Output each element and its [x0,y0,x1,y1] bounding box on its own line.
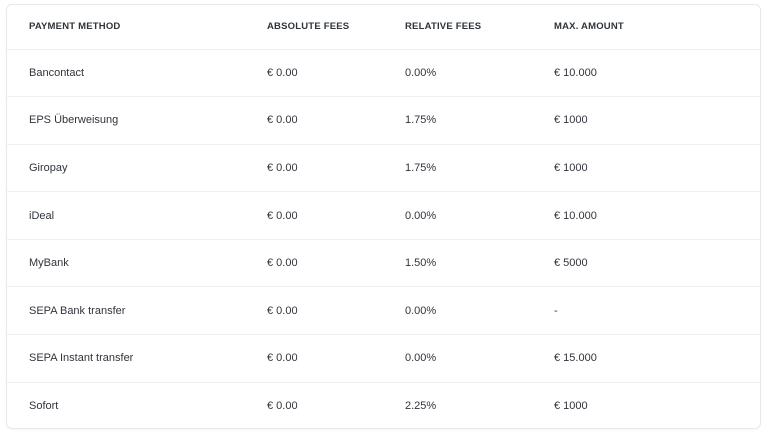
cell-relative-fees: 0.00% [405,49,554,98]
table-row: Giropay € 0.00 1.75% € 1000 [7,144,760,193]
cell-max-amount: € 1000 [554,144,760,193]
cell-absolute-fees: € 0.00 [267,191,405,240]
cell-relative-fees: 1.75% [405,144,554,193]
table-row: SEPA Bank transfer € 0.00 0.00% - [7,286,760,336]
cell-absolute-fees: € 0.00 [267,400,298,413]
cell-max-amount: € 10.000 [554,191,760,240]
cell-relative-fees: 0.00% [405,334,554,383]
cell-payment-method: EPS Überweisung [7,96,267,145]
header-max-amount: MAX. AMOUNT [554,5,760,50]
table-row: Bancontact € 0.00 0.00% € 10.000 [7,49,760,98]
table-row: SEPA Instant transfer € 0.00 0.00% € 15.… [7,334,760,383]
cell-absolute-fees: € 0.00 [267,286,405,336]
cell-relative-fees: 0.00% [405,286,554,336]
cell-absolute-fees: € 0.00 [267,144,405,193]
cell-max-amount: € 1000 [554,96,760,145]
header-payment-method: PAYMENT METHOD [7,5,267,50]
cell-max-amount: - [554,286,760,336]
table-row: iDeal € 0.00 0.00% € 10.000 [7,191,760,240]
table-header-row: PAYMENT METHOD ABSOLUTE FEES RELATIVE FE… [7,5,760,50]
table-row: Sofort € 0.00 2.25% € 1000 [7,382,760,428]
cell-payment-method: SEPA Bank transfer [7,286,267,336]
cell-relative-fees: 1.75% [405,96,554,145]
cell-payment-method: iDeal [7,191,267,240]
cell-absolute-fees: € 0.00 [267,239,405,288]
cell-payment-method: SEPA Instant transfer [7,334,267,383]
payment-fees-table: PAYMENT METHOD ABSOLUTE FEES RELATIVE FE… [7,5,760,428]
cell-relative-fees: 1.50% [405,239,554,288]
table-row: EPS Überweisung € 0.00 1.75% € 1000 [7,96,760,145]
cell-payment-method: Sofort [29,400,59,413]
cell-absolute-fees: € 0.00 [267,96,405,145]
cell-max-amount: € 5000 [554,239,760,288]
cell-relative-fees: 0.00% [405,191,554,240]
payment-fees-card: PAYMENT METHOD ABSOLUTE FEES RELATIVE FE… [6,4,761,429]
cell-max-amount: € 1000 [554,400,588,413]
cell-max-amount: € 10.000 [554,49,760,98]
cell-payment-method: Giropay [7,144,267,193]
table-row: MyBank € 0.00 1.50% € 5000 [7,239,760,288]
header-relative-fees: RELATIVE FEES [405,5,554,50]
cell-absolute-fees: € 0.00 [267,49,405,98]
cell-relative-fees: 2.25% [405,400,437,413]
cell-payment-method: MyBank [7,239,267,288]
header-absolute-fees: ABSOLUTE FEES [267,5,405,50]
cell-absolute-fees: € 0.00 [267,334,405,383]
cell-max-amount: € 15.000 [554,334,760,383]
cell-payment-method: Bancontact [7,49,267,98]
